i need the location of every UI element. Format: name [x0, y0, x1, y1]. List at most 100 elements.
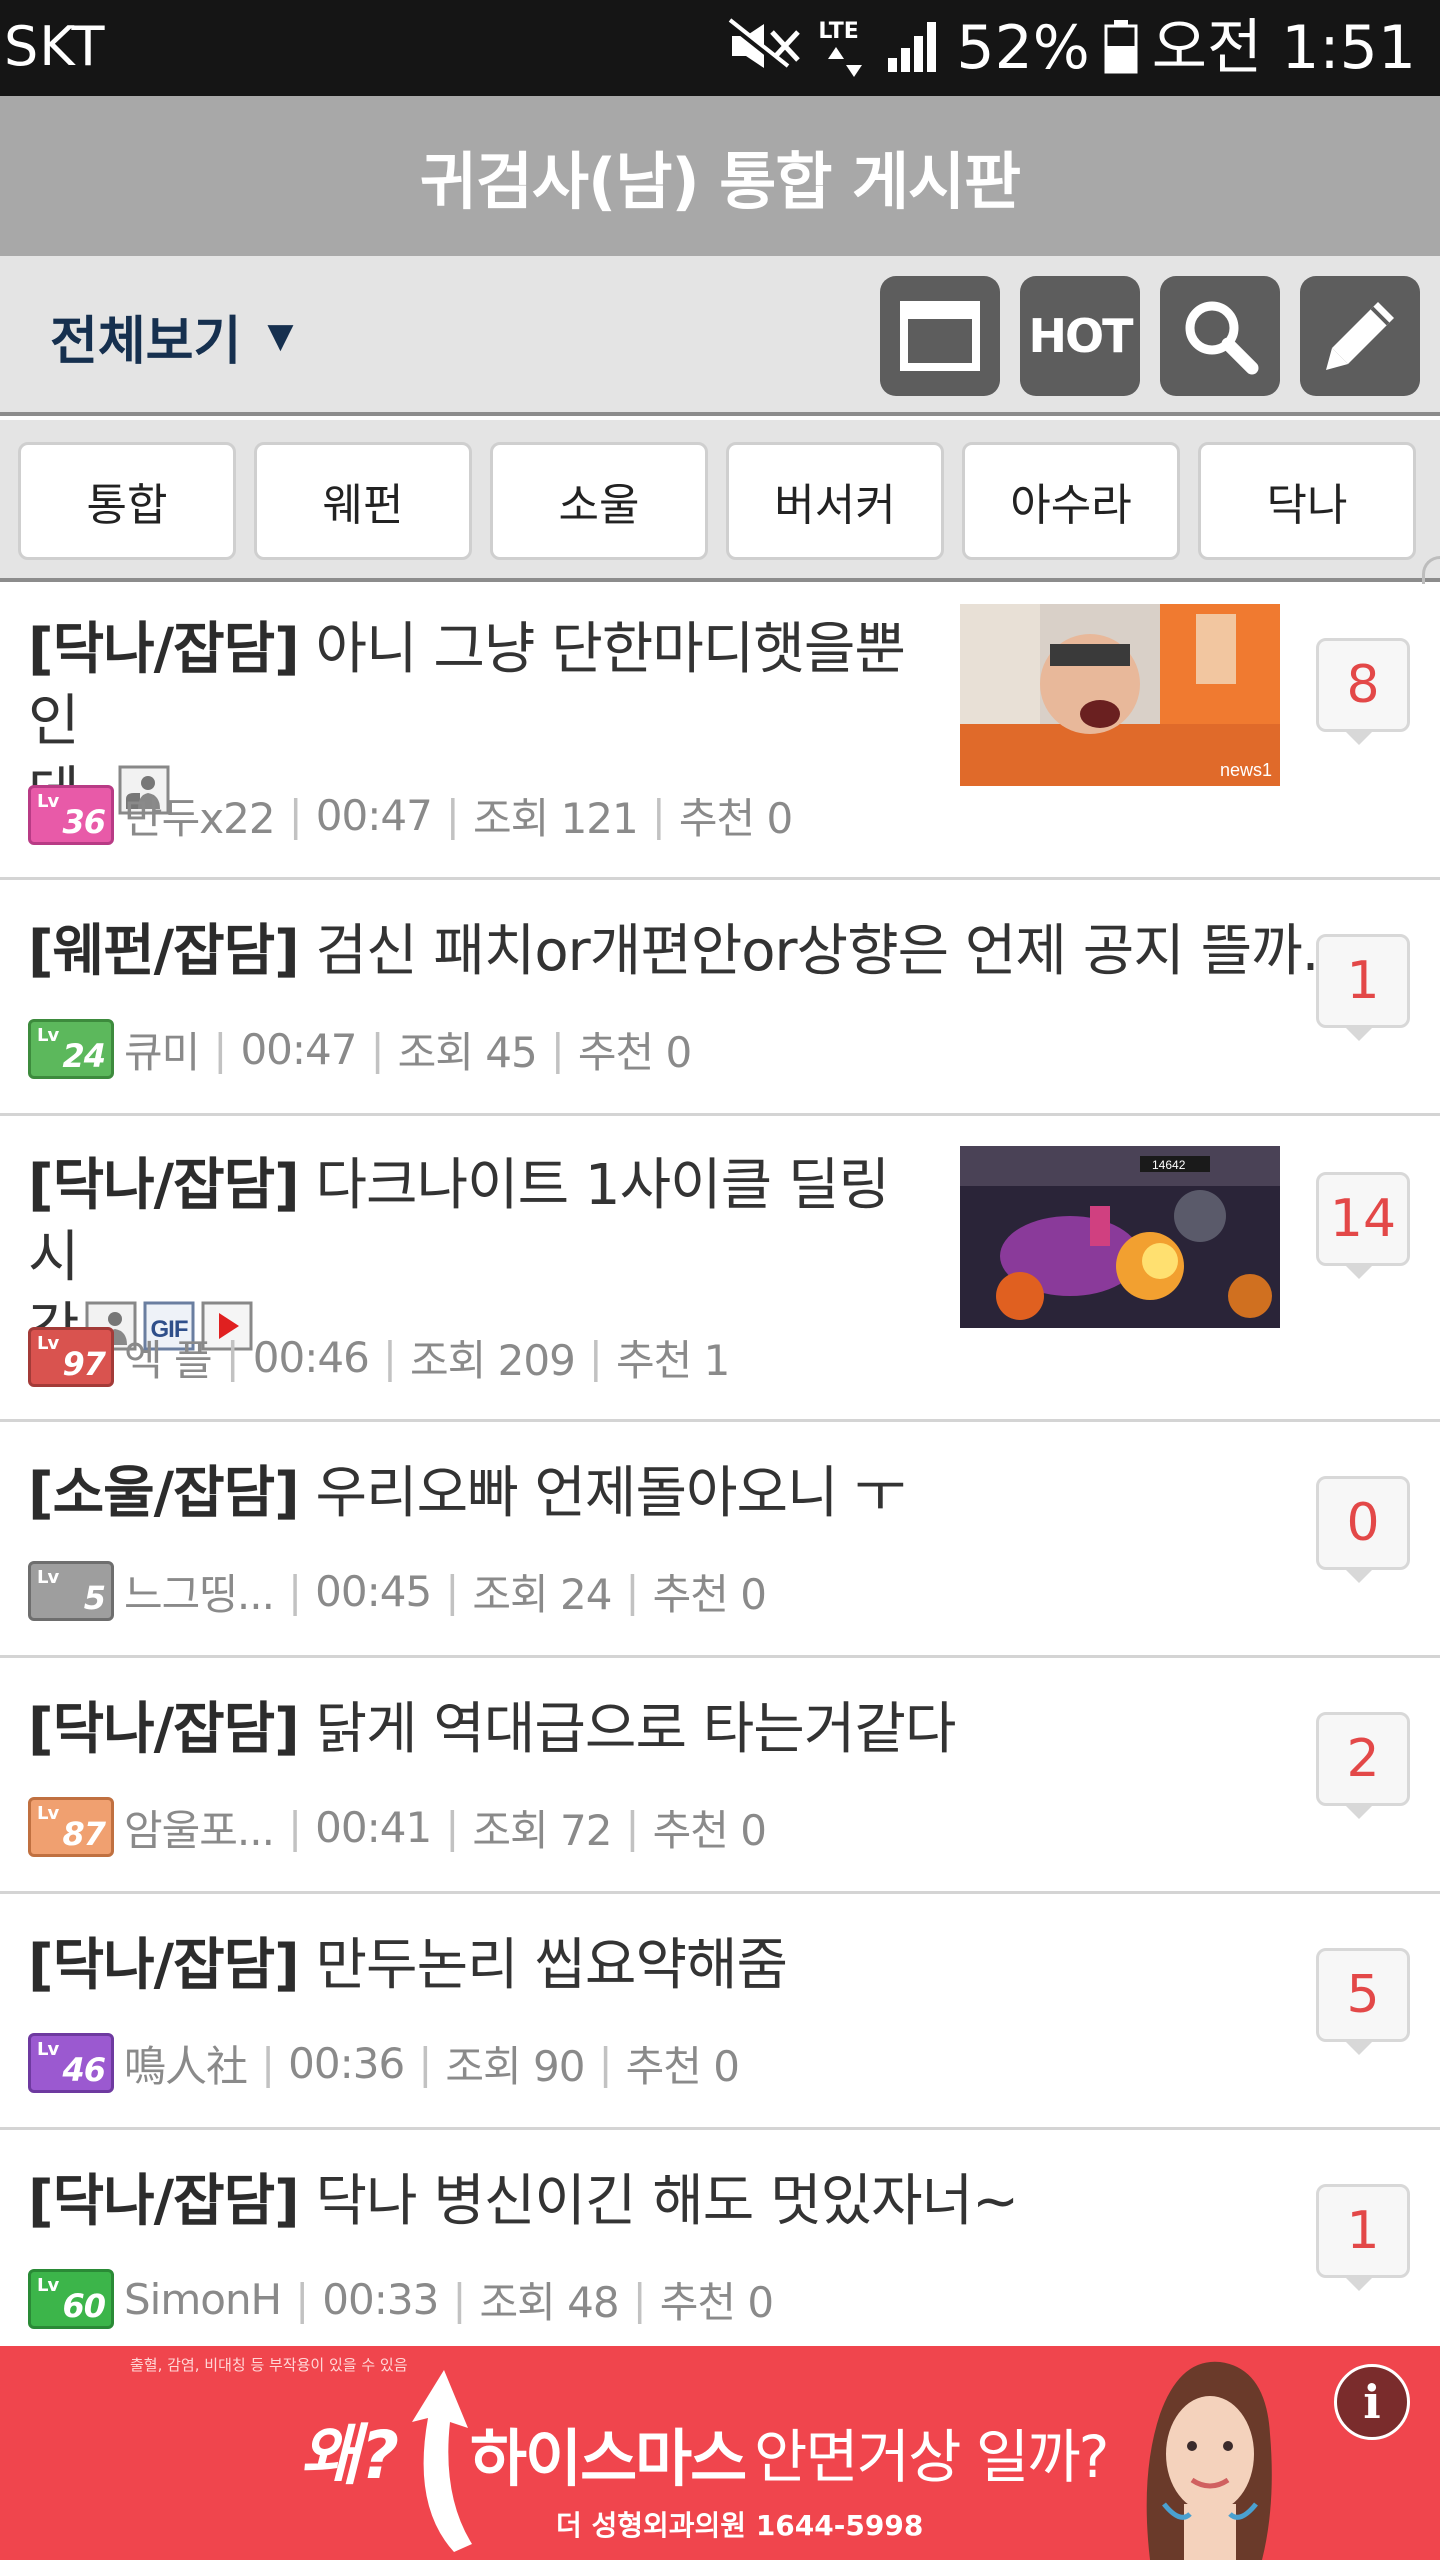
lte-label: LTE — [818, 19, 859, 44]
post-category: [닥나/잡담] — [28, 2169, 300, 2234]
post-category: [닥나/잡담] — [28, 1697, 300, 1762]
post-title-text: 닥나 병신이긴 해도 멋있자너~ — [298, 2169, 1020, 2234]
list-item[interactable]: [닥나/잡담] 아니 그냥 단한마디햇을뿐인 데.. Lv36 만두x22| 0… — [0, 584, 1440, 880]
tab-weapon[interactable]: 웨펀 — [254, 442, 472, 560]
post-title[interactable]: [닥나/잡담] 닭게 역대급으로 타는거같다 — [28, 1694, 1268, 1766]
comment-count[interactable]: 1 — [1316, 934, 1410, 1041]
post-views: 조회 45 — [397, 1027, 538, 1077]
lte-icon: LTE — [818, 17, 872, 79]
signal-icon — [886, 18, 942, 78]
comment-count[interactable]: 14 — [1316, 1172, 1410, 1279]
comment-count[interactable]: 8 — [1316, 638, 1410, 745]
post-views: 조회 209 — [410, 1335, 576, 1385]
header-bar: 귀검사(남) 통합 게시판 — [0, 96, 1440, 256]
tab-darknight[interactable]: 닥나 — [1198, 442, 1416, 560]
post-recommends: 추천 0 — [577, 1027, 692, 1077]
search-button[interactable] — [1160, 276, 1280, 396]
list-item[interactable]: [소울/잡담] 우리오빠 언제돌아오니 ㅜ Lv 5 느그띵... | 00:45 |… — [0, 1422, 1440, 1658]
chevron-down-icon: ▼ — [267, 316, 294, 356]
tab-berserker[interactable]: 버서커 — [726, 442, 944, 560]
page-title: 귀검사(남) 통합 게시판 — [419, 145, 1021, 218]
post-meta: Lv 5 느그띵... | 00:45 | 조회 24 | 추천 0 — [28, 1560, 767, 1622]
toolbar: 전체보기 ▼ HOT — [0, 256, 1440, 416]
comment-count[interactable]: 2 — [1316, 1712, 1410, 1819]
level-badge: Lv 60 — [28, 2269, 114, 2329]
ad-banner[interactable]: 출혈, 감염, 비대칭 등 부작용이 있을 수 있음 왜? 하이스마스 안면거상… — [0, 2346, 1440, 2560]
post-author[interactable]: 엑 플 — [124, 1327, 213, 1388]
hot-button[interactable]: HOT — [1020, 276, 1140, 396]
post-author[interactable]: 암울포... — [124, 1797, 275, 1858]
post-meta: Lv 87 암울포... | 00:41 | 조회 72 | 추천 0 — [28, 1796, 767, 1858]
post-author[interactable]: 만두x22 — [124, 785, 276, 846]
level-badge: Lv 46 — [28, 2033, 114, 2093]
post-title[interactable]: [닥나/잡담] 만두논리 씹요약해줌 — [28, 1930, 1268, 2002]
clock: 오전 1:51 — [1151, 13, 1416, 83]
hot-label: HOT — [1028, 309, 1134, 363]
level-badge: Lv 36 — [28, 785, 114, 845]
post-views: 조회 90 — [445, 2041, 585, 2091]
carrier-label: SKT — [4, 15, 106, 78]
post-meta: Lv 60 SimonH | 00:33 | 조회 48 | 추천 0 — [28, 2268, 774, 2330]
post-time: 00:47 — [315, 790, 433, 840]
post-author[interactable]: SimonH — [124, 2275, 282, 2324]
pencil-icon — [1326, 302, 1394, 370]
post-meta: Lv 24 큐미 | 00:47 | 조회 45 | 추천 0 — [28, 1018, 692, 1080]
post-title[interactable]: [닥나/잡담] 닥나 병신이긴 해도 멋있자너~ — [28, 2166, 1268, 2238]
post-recommends: 추천 0 — [659, 2277, 774, 2327]
svg-text:14642: 14642 — [1152, 1158, 1186, 1172]
post-time: 00:41 — [315, 1802, 432, 1852]
ad-info-button[interactable]: i — [1334, 2364, 1410, 2440]
tab-integrated[interactable]: 통합 — [18, 442, 236, 560]
post-time: 00:33 — [322, 2274, 439, 2324]
post-meta: Lv 46 鳴人社 | 00:36 | 조회 90 | 추천 0 — [28, 2032, 740, 2094]
list-item[interactable]: [닥나/잡담] 닭게 역대급으로 타는거같다 Lv 87 암울포... | 00:4… — [0, 1658, 1440, 1894]
write-button[interactable] — [1300, 276, 1420, 396]
post-thumbnail[interactable]: 14642 — [960, 1146, 1280, 1328]
list-item[interactable]: [닥나/잡담] 다크나이트 1사이클 딜링시 간 GIF Lv97 엑 플| 0… — [0, 1116, 1440, 1422]
status-icons: LTE 52% 오전 1:51 — [728, 10, 1416, 86]
post-time: 00:36 — [288, 2038, 405, 2088]
post-recommends: 추천 0 — [625, 2041, 740, 2091]
tab-soul[interactable]: 소울 — [490, 442, 708, 560]
post-title-text: 우리오빠 언제돌아오니 ㅜ — [298, 1461, 906, 1526]
list-item[interactable]: [닥나/잡담] 닥나 병신이긴 해도 멋있자너~ Lv 60 SimonH | 00… — [0, 2130, 1440, 2366]
level-badge: Lv 24 — [28, 1019, 114, 1079]
svg-text:news1: news1 — [1220, 760, 1272, 780]
window-icon — [900, 301, 980, 371]
post-author[interactable]: 鳴人社 — [124, 2033, 248, 2094]
ad-headline: 안면거상 일까? — [754, 2423, 1109, 2491]
post-thumbnail[interactable]: news1 — [960, 604, 1280, 786]
post-title[interactable]: [소울/잡담] 우리오빠 언제돌아오니 ㅜ — [28, 1458, 1268, 1530]
post-recommends: 추천 0 — [652, 1805, 767, 1855]
list-item[interactable]: [닥나/잡담] 만두논리 씹요약해줌 Lv 46 鳴人社 | 00:36 | 조회 9… — [0, 1894, 1440, 2130]
post-author[interactable]: 느그띵... — [124, 1561, 275, 1622]
post-time: 00:47 — [240, 1024, 357, 1074]
comment-count[interactable]: 1 — [1316, 2184, 1410, 2291]
post-time: 00:46 — [252, 1332, 370, 1382]
partially-hidden-post — [0, 2536, 1440, 2560]
post-author[interactable]: 큐미 — [124, 1019, 200, 1080]
list-item[interactable]: [웨펀/잡담] 검신 패치or개편안or상향은 언제 공지 뜰까... Lv 24… — [0, 880, 1440, 1116]
comment-count[interactable]: 0 — [1316, 1476, 1410, 1583]
post-recommends: 추천 0 — [678, 793, 793, 843]
level-badge: Lv 5 — [28, 1561, 114, 1621]
post-title[interactable]: [웨펀/잡담] 검신 패치or개편안or상향은 언제 공지 뜰까... — [28, 916, 1353, 988]
level-badge: Lv 97 — [28, 1327, 114, 1387]
comment-count[interactable]: 5 — [1316, 1948, 1410, 2055]
post-views: 조회 48 — [479, 2277, 620, 2327]
tab-asura[interactable]: 아수라 — [962, 442, 1180, 560]
view-filter-label: 전체보기 — [50, 311, 242, 372]
ad-brand: 하이스마스 — [470, 2422, 747, 2495]
mute-icon — [728, 18, 804, 78]
post-category: [웨펀/잡담] — [28, 919, 300, 984]
window-view-button[interactable] — [880, 276, 1000, 396]
battery-icon — [1104, 18, 1138, 78]
view-filter-dropdown[interactable]: 전체보기 ▼ — [50, 300, 294, 372]
search-icon — [1185, 301, 1259, 375]
post-title-text: 닭게 역대급으로 타는거같다 — [298, 1697, 957, 1762]
post-views: 조회 121 — [472, 793, 639, 843]
post-category: [소울/잡담] — [28, 1461, 300, 1526]
post-recommends: 추천 0 — [652, 1569, 767, 1619]
level-badge: Lv 87 — [28, 1797, 114, 1857]
post-recommends: 추천 1 — [615, 1335, 730, 1385]
